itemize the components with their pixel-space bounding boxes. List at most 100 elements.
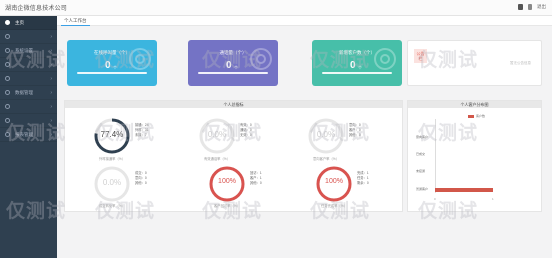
gauge-side-info: 接通：24 外呼：31 未接：7 xyxy=(135,123,149,138)
category-label: 未接通 xyxy=(416,169,426,173)
chevron-right-icon: › xyxy=(50,62,52,68)
sidebar-item-5[interactable]: › xyxy=(0,72,57,86)
gauge-value: 0.0% xyxy=(316,130,336,139)
sidebar-item-data[interactable]: 数据管理 › xyxy=(0,86,57,100)
gauge-value: 100% xyxy=(325,178,343,185)
sidebar-item-label: 数据管理 xyxy=(15,89,33,95)
gauge-revisit-rate: 100% xyxy=(208,165,246,203)
category-label: 意向客户 xyxy=(416,135,429,139)
chevron-right-icon: › xyxy=(50,48,52,54)
stat-card-calls[interactable]: 在线呼叫量（个） 0 个 xyxy=(67,40,157,86)
gauge-valid-talk-rate: 0.0% xyxy=(198,117,236,155)
notice-badge: 公告栏 xyxy=(414,49,427,63)
tab-bar: 个人工作台 xyxy=(57,16,552,26)
category-label: 普通客户 xyxy=(416,187,429,191)
axis-tick: 0 xyxy=(434,197,436,201)
stat-progress-bar xyxy=(322,72,392,74)
circle-icon xyxy=(5,34,10,39)
gauge-caption: 任务完成率（%） xyxy=(320,204,347,208)
gauge-side-info: 回访：1 客户：1 其他：0 xyxy=(250,171,262,186)
chart-legend: 客户数 xyxy=(468,114,485,118)
sidebar-item-label: 主页 xyxy=(15,19,24,25)
notice-text: 暂无公告信息 xyxy=(510,61,531,65)
top-bar: 湖南企微信息技术公司 退出 xyxy=(0,0,552,16)
side-line: 无效：0 xyxy=(240,133,252,137)
panel-title: 个人总指标 xyxy=(65,101,402,108)
side-line: 其他：0 xyxy=(250,181,262,185)
stat-value: 0 xyxy=(105,60,111,71)
legend-swatch xyxy=(468,114,474,118)
personal-indicators-panel: 个人总指标 77.4% 外呼接通率（%） 接通：24 外呼：31 未接：7 0.… xyxy=(64,100,403,212)
logout-icon[interactable] xyxy=(528,4,532,10)
gauge-side-info: 完成：1 任务：1 剩余：0 xyxy=(357,171,369,186)
gauge-caption: 成交转化率（%） xyxy=(98,204,125,208)
gauge-value: 0.0% xyxy=(207,130,227,139)
gauge-side-info: 意向：0 客户：0 其他：0 xyxy=(349,123,361,138)
chevron-right-icon: › xyxy=(50,104,52,110)
circle-icon xyxy=(5,62,10,67)
logout-button[interactable]: 退出 xyxy=(537,4,546,10)
chart-axis-line xyxy=(435,119,436,193)
axis-tick: 1 xyxy=(492,197,494,201)
sidebar-item-8[interactable]: › xyxy=(0,114,57,128)
sidebar: 主页 › 系统设置 › › › 数据管理 › › › 报表管理 › xyxy=(0,16,57,258)
sidebar-item-4[interactable]: › xyxy=(0,58,57,72)
side-line: 其他：0 xyxy=(349,133,361,137)
notification-icon[interactable] xyxy=(518,4,523,10)
circle-icon xyxy=(5,76,10,81)
settings-icon xyxy=(5,48,10,53)
gauge-caption: 有效通话率（%） xyxy=(203,157,230,161)
gauge-caption: 客户回访率（%） xyxy=(213,204,240,208)
sidebar-item-settings[interactable]: 系统设置 › xyxy=(0,44,57,58)
report-icon xyxy=(5,132,10,137)
chevron-right-icon: › xyxy=(50,118,52,124)
gauge-deal-rate: 0.0% xyxy=(93,165,131,203)
data-icon xyxy=(5,90,10,95)
stat-title: 在线呼叫量（个） xyxy=(94,50,130,55)
sidebar-item-2[interactable]: › xyxy=(0,30,57,44)
stat-value: 0 xyxy=(350,60,356,71)
sidebar-item-7[interactable]: › xyxy=(0,100,57,114)
top-right-tools: 退出 xyxy=(518,4,546,10)
gauge-value: 100% xyxy=(218,178,236,185)
circle-icon xyxy=(5,104,10,109)
stat-card-new-customers[interactable]: 新增客户数（个） 0 个 xyxy=(312,40,402,86)
stat-card-talks[interactable]: 通话量（个） 0 个 xyxy=(188,40,278,86)
bar-regular-customer xyxy=(435,188,493,192)
home-icon xyxy=(5,20,10,25)
notice-card: 公告栏 暂无公告信息 xyxy=(407,40,542,86)
gauge-value: 0.0% xyxy=(102,178,122,187)
gauge-caption: 外呼接通率（%） xyxy=(98,157,125,161)
stat-unit: 个 xyxy=(113,65,117,70)
stat-progress-bar xyxy=(198,72,268,74)
gauge-connect-rate: 77.4% xyxy=(93,117,131,155)
gauge-side-info: 成交：0 意向：0 其他：0 xyxy=(135,171,147,186)
stat-title: 通话量（个） xyxy=(219,50,247,55)
circle-icon xyxy=(5,118,10,123)
gauge-task-rate: 100% xyxy=(315,165,353,203)
sidebar-item-report[interactable]: 报表管理 › xyxy=(0,128,57,142)
stat-unit: 个 xyxy=(358,65,362,70)
gauge-caption: 意向客户率（%） xyxy=(312,157,339,161)
side-line: 其他：0 xyxy=(135,181,147,185)
category-label: 已成交 xyxy=(416,152,426,156)
sidebar-item-label: 报表管理 xyxy=(15,131,33,137)
stat-value: 0 xyxy=(226,60,232,71)
chevron-right-icon: › xyxy=(50,76,52,82)
tab-workbench[interactable]: 个人工作台 xyxy=(61,17,90,26)
stat-unit: 个 xyxy=(234,65,238,70)
customer-distribution-panel: 个人客户分布图 客户数 意向客户 已成交 未接通 普通客户 0 1 xyxy=(407,100,542,212)
chevron-right-icon: › xyxy=(50,34,52,40)
side-line: 剩余：0 xyxy=(357,181,369,185)
gauge-side-info: 有效：0 通话：0 无效：0 xyxy=(240,123,252,138)
brand-title: 湖南企微信息技术公司 xyxy=(5,6,68,12)
sidebar-item-home[interactable]: 主页 xyxy=(0,16,57,30)
stat-title: 新增客户数（个） xyxy=(339,50,375,55)
gauge-intent-rate: 0.0% xyxy=(307,117,345,155)
stat-progress-bar xyxy=(77,72,147,74)
panel-title: 个人客户分布图 xyxy=(408,101,541,108)
chevron-right-icon: › xyxy=(50,90,52,96)
sidebar-item-label: 系统设置 xyxy=(15,47,33,53)
chevron-right-icon: › xyxy=(50,132,52,138)
side-line: 未接：7 xyxy=(135,133,147,137)
